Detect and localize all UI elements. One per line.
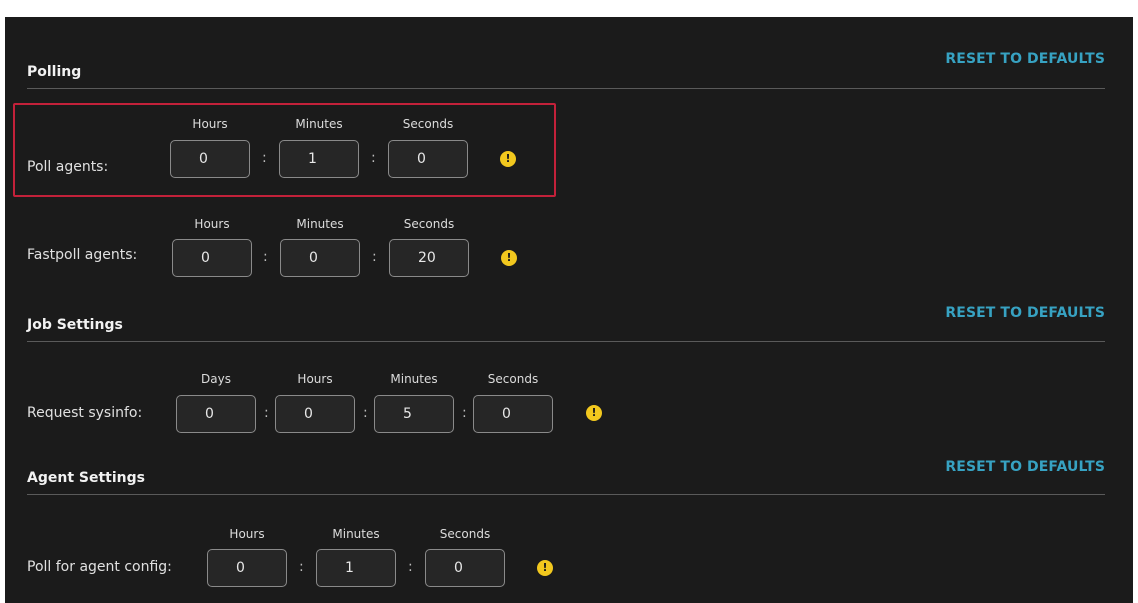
section-title: Agent Settings (27, 470, 145, 486)
exclamation-icon[interactable]: ! (501, 250, 517, 266)
request-sysinfo-row: Request sysinfo: Days Hours Minutes Seco… (27, 372, 667, 442)
seconds-label: Seconds (487, 372, 539, 386)
seconds-label: Seconds (439, 527, 491, 541)
section-title: Polling (27, 64, 82, 80)
settings-panel: Polling RESET TO DEFAULTS Poll agents: H… (5, 17, 1133, 603)
row-label: Request sysinfo: (27, 405, 143, 421)
time-separator: : (462, 405, 467, 421)
minutes-input[interactable] (280, 239, 360, 277)
minutes-input[interactable] (316, 549, 396, 587)
days-label: Days (201, 372, 231, 386)
time-separator: : (299, 559, 304, 575)
hours-label: Hours (194, 217, 230, 231)
minutes-label: Minutes (296, 217, 344, 231)
days-input[interactable] (176, 395, 256, 433)
hours-input[interactable] (207, 549, 287, 587)
reset-to-defaults-button[interactable]: RESET TO DEFAULTS (945, 51, 1105, 67)
exclamation-icon[interactable]: ! (586, 405, 602, 421)
section-title: Job Settings (27, 317, 123, 333)
hours-label: Hours (297, 372, 333, 386)
poll-agent-config-row: Poll for agent config: Hours Minutes Sec… (27, 527, 567, 597)
hours-label: Hours (229, 527, 265, 541)
time-separator: : (264, 405, 269, 421)
section-header-agent-settings: Agent Settings RESET TO DEFAULTS (27, 442, 1105, 495)
highlight-box (13, 103, 556, 197)
time-separator: : (363, 405, 368, 421)
seconds-input[interactable] (425, 549, 505, 587)
exclamation-icon[interactable]: ! (537, 560, 553, 576)
section-header-job-settings: Job Settings RESET TO DEFAULTS (27, 287, 1105, 342)
time-separator: : (408, 559, 413, 575)
hours-input[interactable] (172, 239, 252, 277)
section-header-polling: Polling RESET TO DEFAULTS (27, 17, 1105, 89)
minutes-label: Minutes (390, 372, 438, 386)
row-label: Poll for agent config: (27, 559, 172, 575)
reset-to-defaults-button[interactable]: RESET TO DEFAULTS (945, 305, 1105, 321)
time-separator: : (372, 249, 377, 265)
fastpoll-agents-row: Fastpoll agents: Hours Minutes Seconds :… (27, 217, 567, 287)
time-separator: : (263, 249, 268, 265)
seconds-input[interactable] (473, 395, 553, 433)
row-label: Fastpoll agents: (27, 247, 138, 263)
minutes-label: Minutes (332, 527, 380, 541)
minutes-input[interactable] (374, 395, 454, 433)
reset-to-defaults-button[interactable]: RESET TO DEFAULTS (945, 459, 1105, 475)
hours-input[interactable] (275, 395, 355, 433)
seconds-label: Seconds (403, 217, 455, 231)
seconds-input[interactable] (389, 239, 469, 277)
